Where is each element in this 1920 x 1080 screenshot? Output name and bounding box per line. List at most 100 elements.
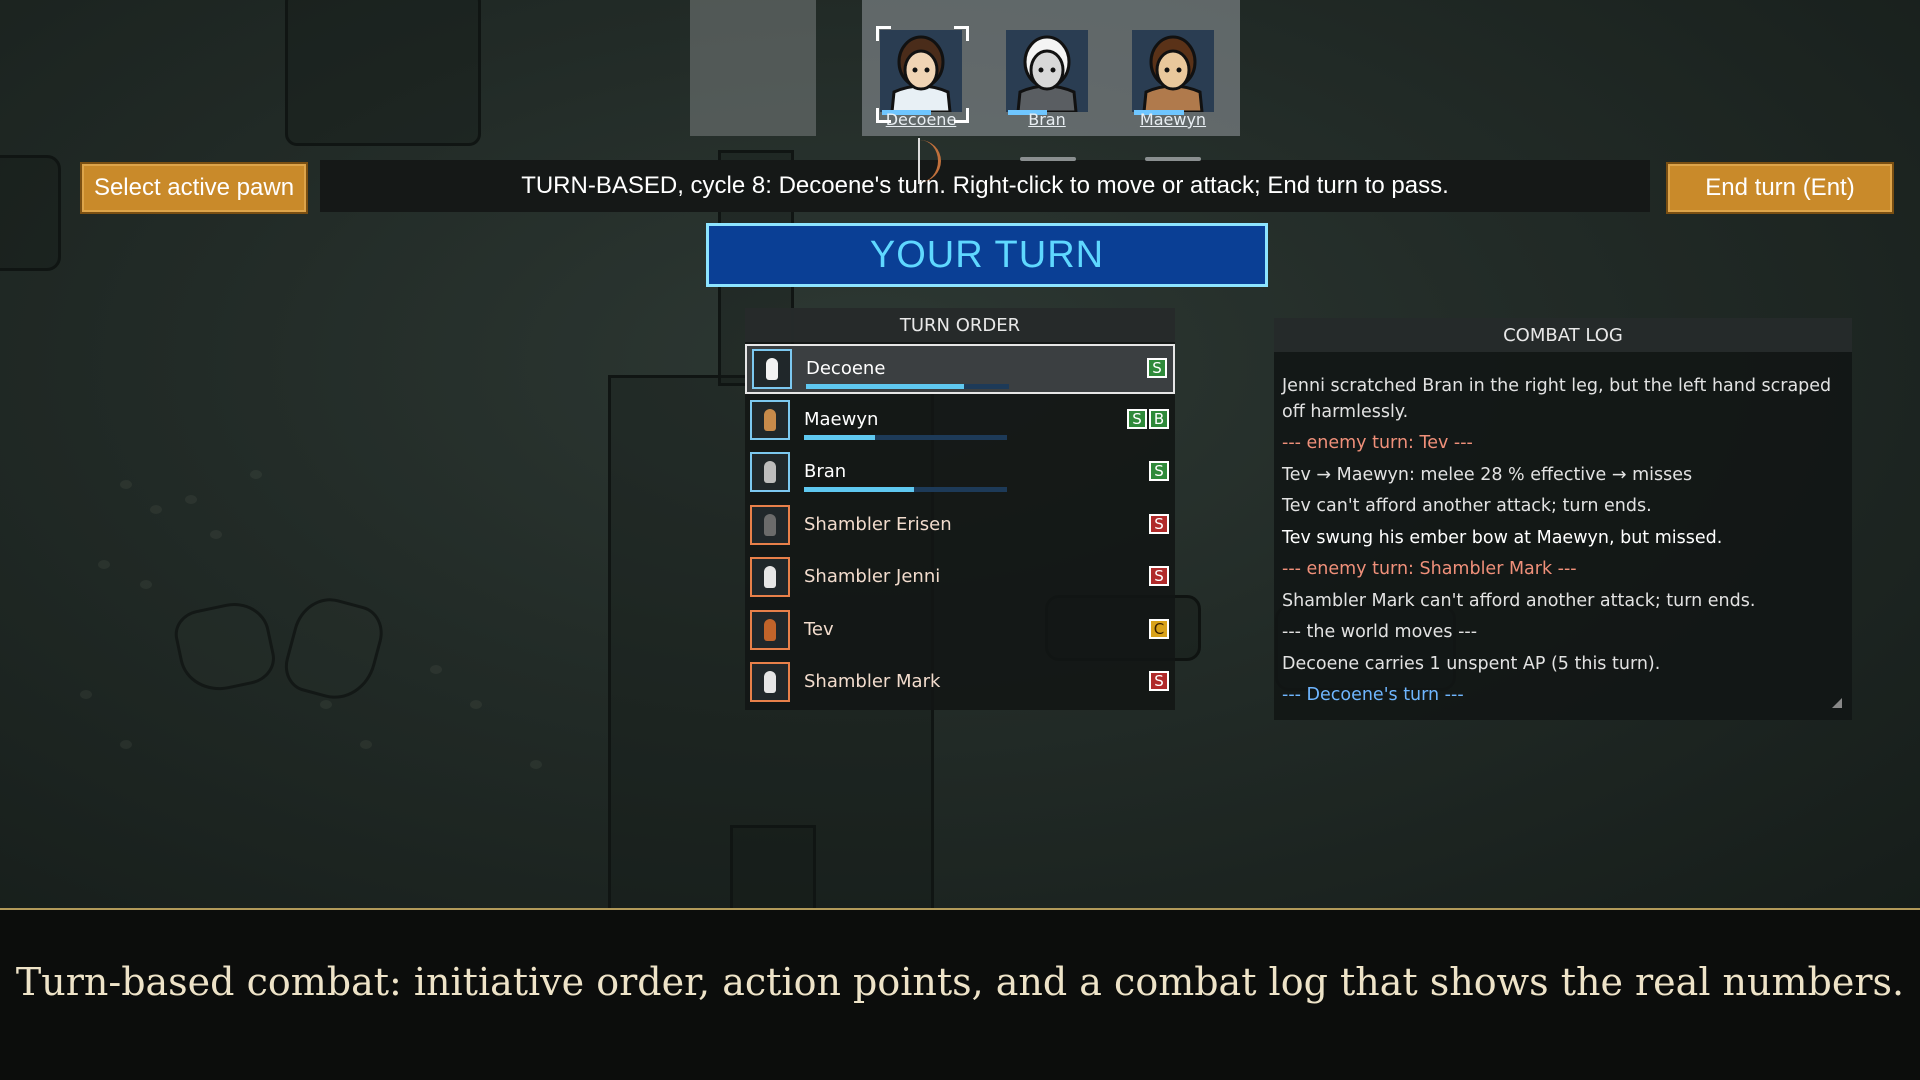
pawn-name: Shambler Jenni [804, 566, 941, 587]
pawn-badges: C [1149, 618, 1169, 639]
turn-order-panel: TURN ORDER Decoene S Maewyn S B Bran S Shambler… [745, 308, 1175, 710]
colonist-avatar [1016, 35, 1078, 114]
turn-order-row[interactable]: Shambler Erisen S [745, 502, 1175, 552]
combat-log-line: --- enemy turn: Tev --- [1282, 433, 1473, 453]
pawn-figure-icon [764, 513, 776, 536]
pawn-name: Tev [804, 618, 834, 640]
colonist-bar: Decoene Bran Maewyn [690, 0, 1240, 136]
selection-bracket [876, 26, 891, 41]
status-badge: S [1127, 408, 1147, 429]
pebble [185, 495, 197, 504]
status-badge: S [1149, 513, 1169, 534]
status-badge: S [1149, 671, 1169, 691]
turn-order-row[interactable]: Maewyn S B [745, 397, 1175, 447]
pawn-health-bar [804, 487, 914, 492]
combat-log-line: Shambler Mark can't afford another attac… [1282, 590, 1756, 611]
colonist-portrait[interactable]: Bran [1002, 22, 1092, 130]
resize-grip-icon[interactable] [1832, 698, 1842, 708]
caption-text: Turn-based combat: initiative order, act… [15, 960, 1905, 1004]
combat-log-line: Jenni scratched Bran in the right leg, b… [1282, 376, 1832, 422]
pawn-name: Bran [804, 461, 847, 482]
pebble [150, 505, 162, 514]
combat-log-line: --- the world moves --- [1282, 622, 1478, 642]
select-active-pawn-button[interactable]: Select active pawn [80, 162, 308, 214]
pebble [210, 530, 222, 539]
pebble [250, 470, 262, 479]
pebble [120, 740, 132, 749]
colonist-avatar [890, 35, 952, 114]
pawn-name: Decoene [806, 358, 886, 379]
pawn-badges: S [1149, 671, 1169, 691]
pawn-health-bar [806, 384, 964, 389]
pawn-icon [750, 662, 790, 702]
rock-1 [170, 596, 280, 698]
combat-log-line: Tev can't afford another attack; turn en… [1282, 496, 1652, 516]
pawn-figure-icon [764, 408, 776, 431]
your-turn-label: YOUR TURN [869, 233, 1105, 276]
pawn-figure-icon [764, 618, 776, 641]
colonist-name: Bran [1028, 110, 1066, 129]
pawn-name: Shambler Mark [804, 671, 941, 692]
status-badge: S [1149, 566, 1169, 586]
rock-2 [278, 590, 390, 708]
turn-order-row[interactable]: Decoene S [745, 344, 1175, 394]
status-badge: S [1149, 461, 1169, 481]
combat-log-line: --- enemy turn: Shambler Mark --- [1282, 559, 1577, 579]
colonist-name: Maewyn [1139, 110, 1207, 129]
weapon-icon [1020, 157, 1076, 161]
pebble [80, 690, 92, 699]
pawn-health-track [804, 487, 1007, 492]
pawn-health-bar [804, 434, 875, 440]
combat-log-panel[interactable]: COMBAT LOG Jenni scratched Bran in the r… [1274, 318, 1852, 720]
portrait-frame [1132, 30, 1214, 114]
pawn-icon [752, 349, 792, 389]
pebble [120, 480, 132, 489]
pawn-badges: S [1149, 566, 1169, 586]
colonist-portrait[interactable]: Decoene [876, 22, 969, 130]
pebble [360, 740, 372, 749]
selection-bracket [954, 108, 969, 123]
pawn-figure-icon [764, 566, 776, 588]
pawn-figure-icon [764, 461, 776, 483]
turn-status-text: TURN-BASED, cycle 8: Decoene's turn. Rig… [521, 172, 1449, 199]
status-badge: C [1149, 618, 1169, 639]
your-turn-banner: YOUR TURN [706, 223, 1268, 287]
pawn-figure-icon [764, 671, 776, 693]
pawn-health-track [806, 384, 1009, 389]
pawn-name: Maewyn [804, 408, 879, 430]
pebble [430, 665, 442, 674]
wall-left-edge [0, 155, 61, 271]
pawn-badges: S [1149, 461, 1169, 481]
selection-bracket [876, 108, 891, 123]
end-turn-button[interactable]: End turn (Ent) [1666, 162, 1894, 214]
colonist-avatar [1142, 35, 1204, 114]
portrait-frame [880, 30, 962, 114]
portrait-frame [1006, 30, 1088, 114]
pebble [530, 760, 542, 769]
colonist-bar-group-empty [690, 0, 816, 136]
wall-top-left [285, 0, 481, 146]
pebble [470, 700, 482, 709]
turn-status-bar: TURN-BASED, cycle 8: Decoene's turn. Rig… [320, 160, 1650, 212]
pawn-name: Shambler Erisen [804, 513, 952, 535]
caption-band: Turn-based combat: initiative order, act… [0, 908, 1920, 1080]
pebble [98, 560, 110, 569]
combat-log-line: Tev → Maewyn: melee 28 % effective → mis… [1282, 464, 1693, 485]
turn-order-row[interactable]: Shambler Mark S [745, 659, 1175, 709]
combat-log-title: COMBAT LOG [1274, 318, 1852, 352]
colonist-portrait[interactable]: Maewyn [1128, 22, 1218, 130]
turn-order-row[interactable]: Shambler Jenni S [745, 554, 1175, 604]
turn-order-row[interactable]: Tev C [745, 607, 1175, 657]
pawn-badges: S [1147, 358, 1167, 378]
pebble [320, 700, 332, 709]
status-badge: B [1149, 408, 1169, 429]
pawn-badges: S [1149, 513, 1169, 534]
pawn-icon [750, 557, 790, 597]
pawn-icon [750, 504, 790, 545]
pawn-badges: SB [1127, 408, 1169, 429]
combat-log-line: Tev swung his ember bow at Maewyn, but m… [1282, 527, 1723, 548]
turn-order-row[interactable]: Bran S [745, 449, 1175, 499]
turn-order-title: TURN ORDER [745, 308, 1175, 342]
pawn-icon [750, 399, 790, 440]
status-badge: S [1147, 358, 1167, 378]
